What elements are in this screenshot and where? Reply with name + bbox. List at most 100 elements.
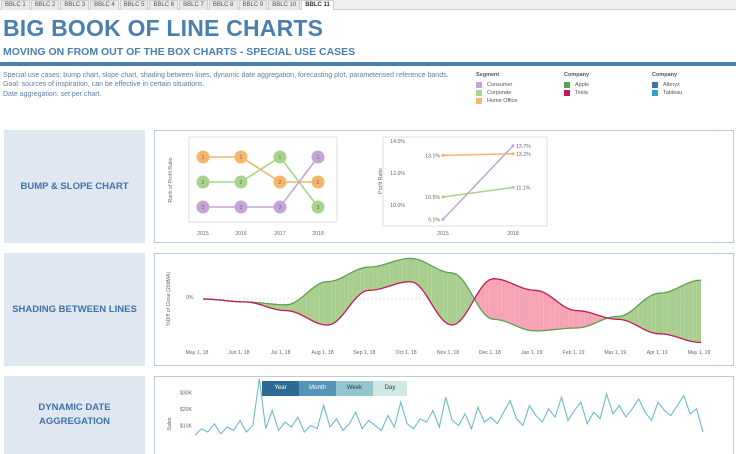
bump-point-label: 2 [279,180,282,186]
shaded-band-segment [505,281,511,324]
shaded-band-segment [663,291,668,335]
slope-y-tick-label: 10.0% [390,203,405,209]
shaded-band-segment [447,272,452,326]
shaded-band-segment [530,290,535,331]
bump-y-axis-label: Rank of Profit Ratio [168,157,174,202]
description-line: Special use cases: bump chart, slope cha… [3,72,449,79]
legend-swatch [564,82,570,88]
tab-bblc-4[interactable]: BBLC 4 [90,0,119,10]
legend-company-sales: Company Alteryx Tableau [652,72,682,97]
tab-bblc-10[interactable]: BBLC 10 [268,0,301,10]
section-dynamic-date: DYNAMIC DATE AGGREGATION Year Month Week … [4,376,734,454]
shaded-band-segment [310,286,316,323]
slope-x-tick-label: 2015 [437,231,449,237]
tab-bblc-3[interactable]: BBLC 3 [60,0,90,10]
shaded-band-segment [402,258,407,283]
shading-x-tick-label: Dec 1, 18 [479,350,501,356]
shaded-band-segment [331,280,336,325]
description: Special use cases: bump chart, slope cha… [3,71,453,99]
dynamic-y-tick-label: $20K [180,407,193,413]
shaded-band-segment [667,290,672,336]
bump-point-label: 3 [240,205,243,211]
section-label: SHADING BETWEEN LINES [12,303,137,315]
dynamic-y-tick-label: $30K [180,390,193,396]
tab-bblc-6[interactable]: BBLC 6 [149,0,179,10]
shaded-band-segment [518,286,523,329]
shaded-band-segment [651,293,656,334]
shaded-band-segment [696,280,701,343]
section-label-box: DYNAMIC DATE AGGREGATION [4,376,145,454]
tab-bar: BBLC 1 BBLC 2 BBLC 3 BBLC 4 BBLC 5 BBLC 6 BBLC… [0,0,736,10]
shaded-band-segment [688,281,693,342]
shaded-band-segment [373,266,378,291]
tab-bblc-7[interactable]: BBLC 7 [179,0,208,10]
dynamic-date-svg[interactable]: Sales $30K $20K $10K [155,377,733,454]
shading-y-axis-label: %Diff of Close (20dMA) [166,272,172,326]
shaded-band-segment [555,300,560,330]
slope-data-label: 9.1% [428,217,440,223]
shading-svg[interactable]: %Diff of Close (20dMA) 0% May 1, 18 Jun 1, … [155,254,733,365]
shaded-band-segment [497,278,502,321]
shading-x-tick-label: Mar 1, 19 [604,350,626,356]
bump-point-label: 1 [202,155,205,161]
legend-item[interactable]: Home Office [476,97,517,105]
slope-point [441,217,445,221]
chart-panel-bump-slope: Rank of Profit Ratio 2015 2016 2017 2018 1 1 2 2… [154,130,734,243]
legend-item[interactable]: Tableau [652,89,682,97]
legend-swatch [652,90,658,96]
shaded-band-segment [381,264,386,289]
bump-point-label: 2 [202,180,205,186]
chart-panel-dynamic: Year Month Week Day Sales $30K $20K $10K [154,376,734,454]
legend-item[interactable]: Tesla [564,89,589,97]
shaded-band-segment [410,258,415,283]
shading-x-tick-label: May 1, 19 [688,350,711,356]
section-shading: SHADING BETWEEN LINES %Diff of Close (20… [4,253,734,368]
legend-label: Apple [575,82,590,88]
shaded-band-segment [435,267,440,317]
zero-label: 0% [186,295,194,301]
slope-data-label: 10.5% [425,195,440,201]
legend-item[interactable]: Consumer [476,81,517,89]
slope-y-tick-label: 12.0% [390,171,405,177]
shaded-band-segment [564,306,569,329]
shaded-band-segment [493,278,498,320]
legend-label: Alteryx [663,82,680,88]
legend-label: Corporate [487,90,512,96]
shaded-band-segment [638,301,643,329]
legend-item[interactable]: Apple [564,81,589,89]
tab-bblc-11[interactable]: BBLC 11 [301,0,334,10]
tab-bblc-2[interactable]: BBLC 2 [30,0,60,10]
shaded-band-segment [522,287,527,330]
shaded-band-segment [406,258,411,282]
tab-bblc-9[interactable]: BBLC 9 [238,0,268,10]
sales-line [194,378,704,436]
slope-point [441,153,445,157]
shaded-band-segment [360,267,365,294]
tab-bblc-5[interactable]: BBLC 5 [119,0,149,10]
shaded-band-segment [385,262,390,288]
shading-x-tick-label: Feb 1, 19 [563,350,585,356]
legend-item[interactable]: Corporate [476,89,517,97]
legend-label: Tableau [663,90,683,96]
bump-point-label: 3 [279,205,282,211]
slope-point [441,195,445,199]
slope-point [511,144,515,148]
tab-bblc-1[interactable]: BBLC 1 [1,0,30,10]
shaded-band-segment [655,293,660,334]
legend-label: Consumer [487,82,513,88]
legend-item[interactable]: Alteryx [652,81,682,89]
shaded-band-segment [489,278,494,320]
bump-point-label: 1 [240,155,243,161]
shaded-band-segment [460,277,465,321]
shaded-band-segment [514,284,519,327]
bump-slope-svg[interactable]: Rank of Profit Ratio 2015 2016 2017 2018 1 1 2 2… [155,131,733,242]
dynamic-y-tick-label: $10K [180,423,193,429]
shaded-band-segment [568,308,573,329]
slope-plot-frame [382,136,548,227]
tab-bblc-8[interactable]: BBLC 8 [208,0,238,10]
shading-x-tick-label: Jun 1, 18 [228,350,249,356]
header-divider [0,62,736,66]
dynamic-y-axis-label: Sales [167,417,173,430]
shaded-band-segment [414,258,419,286]
shaded-band-segment [535,290,540,331]
